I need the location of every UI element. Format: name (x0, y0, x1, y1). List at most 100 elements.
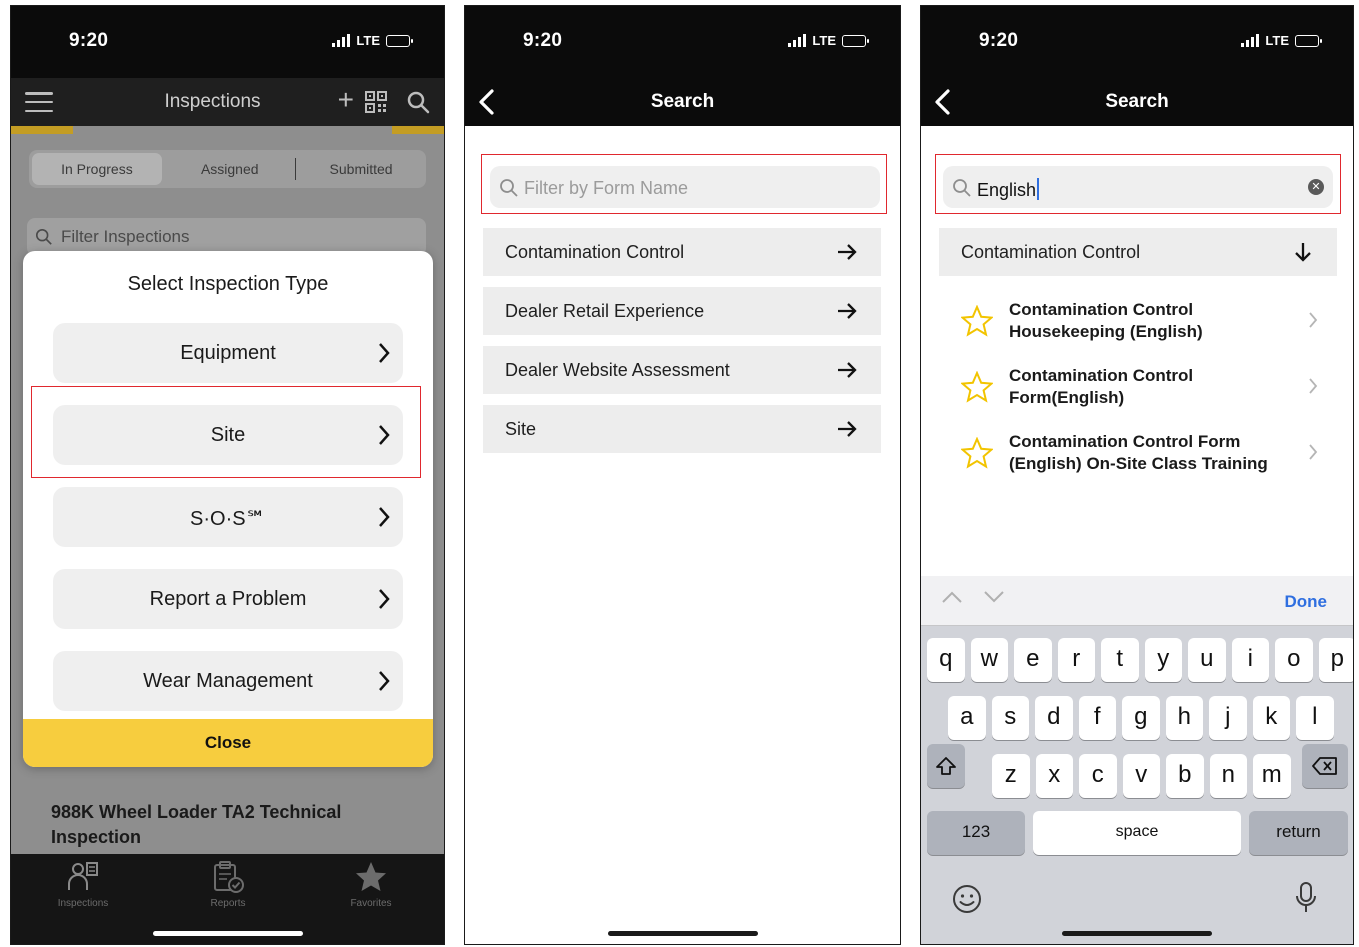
favorite-star-icon[interactable] (961, 371, 993, 403)
backspace-key[interactable] (1302, 744, 1348, 788)
arrow-right-icon (838, 303, 857, 319)
space-key[interactable]: space (1033, 811, 1241, 855)
battery-icon (842, 34, 869, 47)
result-item-form-english[interactable]: Contamination Control Form(English) (951, 357, 1326, 417)
close-button[interactable]: Close (23, 719, 433, 767)
favorite-star-icon[interactable] (961, 305, 993, 337)
result-item-onsite-class-training[interactable]: Contamination Control Form (English) On-… (951, 423, 1326, 483)
form-row-label: Dealer Retail Experience (505, 301, 705, 321)
segment-submitted[interactable]: Submitted (296, 161, 426, 177)
option-report-a-problem[interactable]: Report a Problem (53, 569, 403, 629)
form-row-contamination-control[interactable]: Contamination Control (483, 228, 881, 276)
arrow-right-icon (838, 362, 857, 378)
tab-reports[interactable]: Reports (183, 860, 273, 909)
favorite-star-icon[interactable] (961, 437, 993, 469)
option-sos[interactable]: S·O·S℠ (53, 487, 403, 547)
option-equipment[interactable]: Equipment (53, 323, 403, 383)
chevron-right-icon (1309, 444, 1318, 460)
key-w[interactable]: w (970, 638, 1008, 682)
key-t[interactable]: t (1101, 638, 1139, 682)
key-o[interactable]: o (1275, 638, 1313, 682)
option-label: Wear Management (143, 670, 313, 692)
key-z[interactable]: z (992, 754, 1030, 798)
key-k[interactable]: k (1252, 696, 1290, 740)
highlight-site-option (31, 386, 421, 478)
key-d[interactable]: d (1035, 696, 1073, 740)
key-s[interactable]: s (991, 696, 1029, 740)
filter-inspections-placeholder: Filter Inspections (61, 227, 190, 246)
option-label: Report a Problem (149, 588, 307, 610)
emoji-icon[interactable] (951, 883, 983, 915)
key-i[interactable]: i (1231, 638, 1269, 682)
on-screen-keyboard: Done qwertyuiop asdfghjkl zxcvbnm 123 sp… (921, 576, 1353, 944)
signal-icon (332, 34, 351, 47)
form-row-dealer-retail-experience[interactable]: Dealer Retail Experience (483, 287, 881, 335)
form-row-label: Dealer Website Assessment (505, 360, 730, 380)
add-inspection-button[interactable]: + (338, 85, 354, 115)
chevron-up-icon[interactable] (941, 590, 963, 604)
keyboard-toolbar: Done (921, 576, 1353, 626)
backspace-icon (1312, 757, 1337, 775)
qr-code-icon[interactable] (364, 90, 388, 114)
key-v[interactable]: v (1122, 754, 1160, 798)
key-j[interactable]: j (1209, 696, 1247, 740)
key-l[interactable]: l (1296, 696, 1334, 740)
clipboard-check-icon (214, 861, 244, 893)
return-key[interactable]: return (1249, 811, 1348, 855)
key-q[interactable]: q (927, 638, 965, 682)
option-label: Equipment (180, 342, 276, 364)
key-m[interactable]: m (1253, 754, 1291, 798)
numbers-key[interactable]: 123 (927, 811, 1025, 855)
inspector-icon (68, 862, 98, 890)
key-n[interactable]: n (1209, 754, 1247, 798)
key-p[interactable]: p (1318, 638, 1353, 682)
key-g[interactable]: g (1122, 696, 1160, 740)
chevron-right-icon (1309, 378, 1318, 394)
arrow-right-icon (838, 244, 857, 260)
group-row-contamination-control[interactable]: Contamination Control (939, 228, 1337, 276)
select-inspection-type-modal: Select Inspection Type Equipment Site S·… (23, 251, 433, 767)
search-icon[interactable] (406, 90, 430, 114)
battery-icon (386, 34, 413, 47)
key-e[interactable]: e (1014, 638, 1052, 682)
signal-icon (788, 34, 807, 47)
segment-in-progress[interactable]: In Progress (32, 153, 162, 185)
arrow-down-icon (1295, 243, 1311, 262)
group-row-label: Contamination Control (961, 242, 1141, 262)
inspection-card-title[interactable]: 988K Wheel Loader TA2 Technical Inspecti… (51, 800, 411, 850)
key-x[interactable]: x (1035, 754, 1073, 798)
option-wear-management[interactable]: Wear Management (53, 651, 403, 711)
key-u[interactable]: u (1188, 638, 1226, 682)
key-h[interactable]: h (1165, 696, 1203, 740)
result-title: Contamination Control Form (English) On-… (1009, 432, 1268, 473)
shift-icon (936, 757, 956, 775)
nav-bar: Search (465, 78, 900, 126)
key-f[interactable]: f (1078, 696, 1116, 740)
option-label: S·O·S℠ (190, 508, 266, 530)
tab-label: Reports (210, 898, 246, 909)
status-bar: 9:20 LTE (11, 6, 444, 78)
tab-favorites[interactable]: Favorites (326, 860, 416, 909)
chevron-down-icon[interactable] (983, 590, 1005, 604)
tab-inspections[interactable]: Inspections (38, 860, 128, 909)
form-row-dealer-website-assessment[interactable]: Dealer Website Assessment (483, 346, 881, 394)
status-indicators: LTE (788, 33, 869, 48)
key-b[interactable]: b (1166, 754, 1204, 798)
key-r[interactable]: r (1057, 638, 1095, 682)
microphone-icon[interactable] (1295, 881, 1317, 915)
network-label: LTE (812, 33, 836, 48)
bottom-tab-bar: Inspections Reports Favorites (11, 854, 444, 944)
status-segmented-control: In Progress Assigned Submitted (29, 150, 426, 188)
key-c[interactable]: c (1079, 754, 1117, 798)
network-label: LTE (356, 33, 380, 48)
keyboard-done-button[interactable]: Done (1285, 592, 1328, 612)
result-title: Contamination Control Form(English) (1009, 366, 1194, 407)
shift-key[interactable] (927, 744, 965, 788)
tab-label: Favorites (350, 898, 392, 909)
segment-assigned[interactable]: Assigned (165, 161, 295, 177)
result-item-housekeeping[interactable]: Contamination Control Housekeeping (Engl… (951, 291, 1326, 351)
key-y[interactable]: y (1144, 638, 1182, 682)
form-row-site[interactable]: Site (483, 405, 881, 453)
key-a[interactable]: a (948, 696, 986, 740)
status-indicators: LTE (332, 33, 413, 48)
